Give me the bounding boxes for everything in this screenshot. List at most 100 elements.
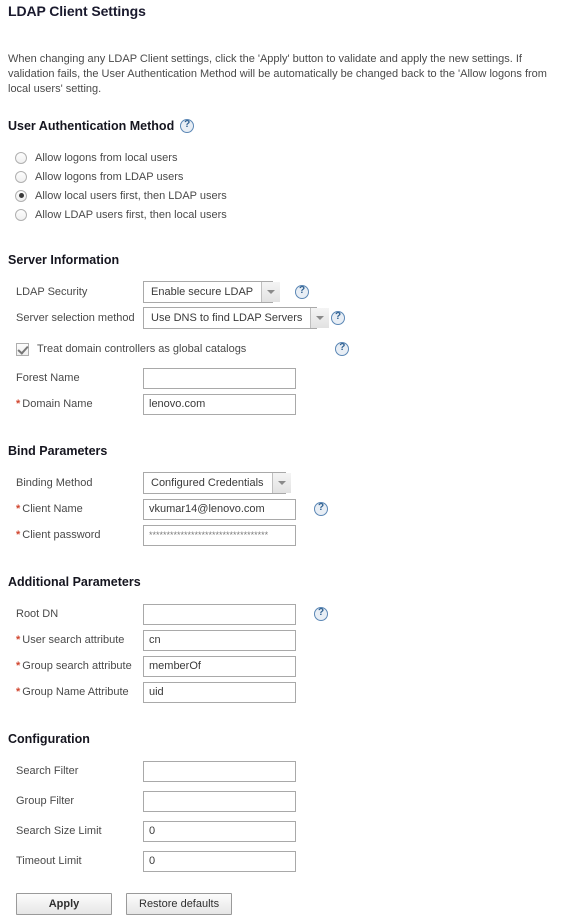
forest-name-input[interactable] (143, 367, 296, 389)
radio-label: Allow local users first, then LDAP users (35, 189, 227, 202)
required-asterisk: * (16, 634, 21, 646)
action-button-bar: Apply Restore defaults (16, 893, 555, 915)
radio-label: Allow logons from LDAP users (35, 170, 184, 183)
row-group-filter: Group Filter (8, 790, 555, 812)
user-search-attribute-input[interactable] (143, 629, 296, 651)
required-asterisk: * (16, 398, 21, 410)
client-password-input[interactable] (143, 524, 296, 546)
label-client-password: * Client password (8, 529, 143, 541)
group-filter-input[interactable] (143, 790, 296, 812)
label-group-name-attribute-text: Group Name Attribute (22, 686, 129, 698)
chevron-down-icon[interactable] (261, 282, 281, 302)
help-icon[interactable] (314, 607, 328, 621)
label-client-name: * Client Name (8, 503, 143, 515)
section-title-user-auth: User Authentication Method (8, 119, 175, 133)
required-asterisk: * (16, 686, 21, 698)
label-domain-name-text: Domain Name (22, 398, 93, 410)
search-filter-input[interactable] (143, 760, 296, 782)
select-ldap-security-value: Enable secure LDAP (151, 286, 254, 298)
radio-button-icon[interactable] (15, 208, 27, 221)
section-bind-parameters: Bind Parameters (8, 444, 555, 458)
label-group-search-attribute: * Group search attribute (8, 660, 143, 672)
label-group-search-attribute-text: Group search attribute (22, 660, 132, 672)
radio-label: Allow logons from local users (35, 151, 178, 164)
required-asterisk: * (16, 503, 21, 515)
radio-allow-ldap-first-then-local[interactable]: Allow LDAP users first, then local users (15, 205, 555, 224)
restore-defaults-button[interactable]: Restore defaults (126, 893, 233, 915)
label-search-filter: Search Filter (16, 765, 79, 777)
label-timeout-limit: Timeout Limit (16, 855, 82, 867)
row-user-search-attribute: * User search attribute (8, 629, 555, 651)
row-client-name: * Client Name (8, 498, 555, 520)
root-dn-input[interactable] (143, 603, 296, 625)
label-client-name-text: Client Name (22, 503, 83, 515)
required-asterisk: * (16, 660, 21, 672)
row-group-name-attribute: * Group Name Attribute (8, 681, 555, 703)
section-user-authentication-method: User Authentication Method (8, 119, 555, 133)
label-group-name-attribute: * Group Name Attribute (8, 686, 143, 698)
ldap-client-settings-page: LDAP Client Settings When changing any L… (0, 2, 563, 915)
row-ldap-security: LDAP Security Enable secure LDAP (8, 281, 555, 303)
label-global-catalogs: Treat domain controllers as global catal… (37, 343, 247, 355)
timeout-limit-input[interactable] (143, 850, 296, 872)
apply-button[interactable]: Apply (16, 893, 112, 915)
group-name-attribute-input[interactable] (143, 681, 296, 703)
intro-text: When changing any LDAP Client settings, … (8, 53, 547, 95)
help-icon[interactable] (331, 311, 345, 325)
radio-button-icon-selected[interactable] (15, 189, 27, 202)
section-title-additional-parameters: Additional Parameters (8, 575, 141, 589)
select-server-selection-method[interactable]: Use DNS to find LDAP Servers (143, 307, 330, 329)
radio-allow-local-first-then-ldap[interactable]: Allow local users first, then LDAP users (15, 186, 555, 205)
row-timeout-limit: Timeout Limit (8, 850, 555, 872)
row-client-password: * Client password (8, 524, 555, 546)
select-binding-method[interactable]: Configured Credentials (143, 472, 291, 494)
checkbox-treat-domain-controllers-as-global-catalogs[interactable] (16, 342, 29, 356)
domain-name-input[interactable] (143, 393, 296, 415)
label-group-filter: Group Filter (16, 795, 75, 807)
row-forest-name: Forest Name (8, 367, 555, 389)
chevron-down-icon[interactable] (271, 473, 291, 493)
row-search-filter: Search Filter (8, 760, 555, 782)
client-name-input[interactable] (143, 498, 296, 520)
help-icon[interactable] (335, 342, 350, 356)
section-title-bind-parameters: Bind Parameters (8, 444, 108, 458)
row-search-size-limit: Search Size Limit (8, 820, 555, 842)
label-binding-method: Binding Method (16, 477, 93, 489)
label-root-dn: Root DN (16, 608, 59, 620)
label-search-size-limit: Search Size Limit (16, 825, 102, 837)
section-title-server-information: Server Information (8, 253, 120, 267)
label-domain-name: * Domain Name (8, 398, 143, 410)
row-server-selection-method: Server selection method Use DNS to find … (8, 307, 555, 329)
group-search-attribute-input[interactable] (143, 655, 296, 677)
label-server-selection-method: Server selection method (16, 312, 135, 324)
search-size-limit-input[interactable] (143, 820, 296, 842)
radio-button-icon[interactable] (15, 151, 27, 164)
chevron-down-icon[interactable] (310, 308, 330, 328)
help-icon[interactable] (180, 119, 195, 133)
label-client-password-text: Client password (22, 529, 101, 541)
page-title: LDAP Client Settings (8, 3, 146, 19)
row-group-search-attribute: * Group search attribute (8, 655, 555, 677)
section-server-information: Server Information (8, 253, 555, 267)
required-asterisk: * (16, 529, 21, 541)
radio-label: Allow LDAP users first, then local users (35, 208, 227, 221)
section-configuration: Configuration (8, 732, 555, 746)
label-user-search-attribute-text: User search attribute (22, 634, 125, 646)
row-domain-name: * Domain Name (8, 393, 555, 415)
select-binding-method-value: Configured Credentials (151, 477, 264, 489)
row-root-dn: Root DN (8, 603, 555, 625)
radio-allow-logons-ldap-users[interactable]: Allow logons from LDAP users (15, 167, 555, 186)
radio-button-icon[interactable] (15, 170, 27, 183)
label-ldap-security: LDAP Security (16, 286, 88, 298)
help-icon[interactable] (314, 502, 328, 516)
section-title-configuration: Configuration (8, 732, 90, 746)
help-icon[interactable] (295, 285, 309, 299)
row-global-catalogs: Treat domain controllers as global catal… (16, 340, 555, 358)
label-user-search-attribute: * User search attribute (8, 634, 143, 646)
row-binding-method: Binding Method Configured Credentials (8, 472, 555, 494)
section-additional-parameters: Additional Parameters (8, 575, 555, 589)
label-forest-name: Forest Name (16, 372, 80, 384)
radio-allow-logons-local-users[interactable]: Allow logons from local users (15, 148, 555, 167)
user-auth-radio-group: Allow logons from local users Allow logo… (8, 148, 555, 224)
select-ldap-security[interactable]: Enable secure LDAP (143, 281, 281, 303)
